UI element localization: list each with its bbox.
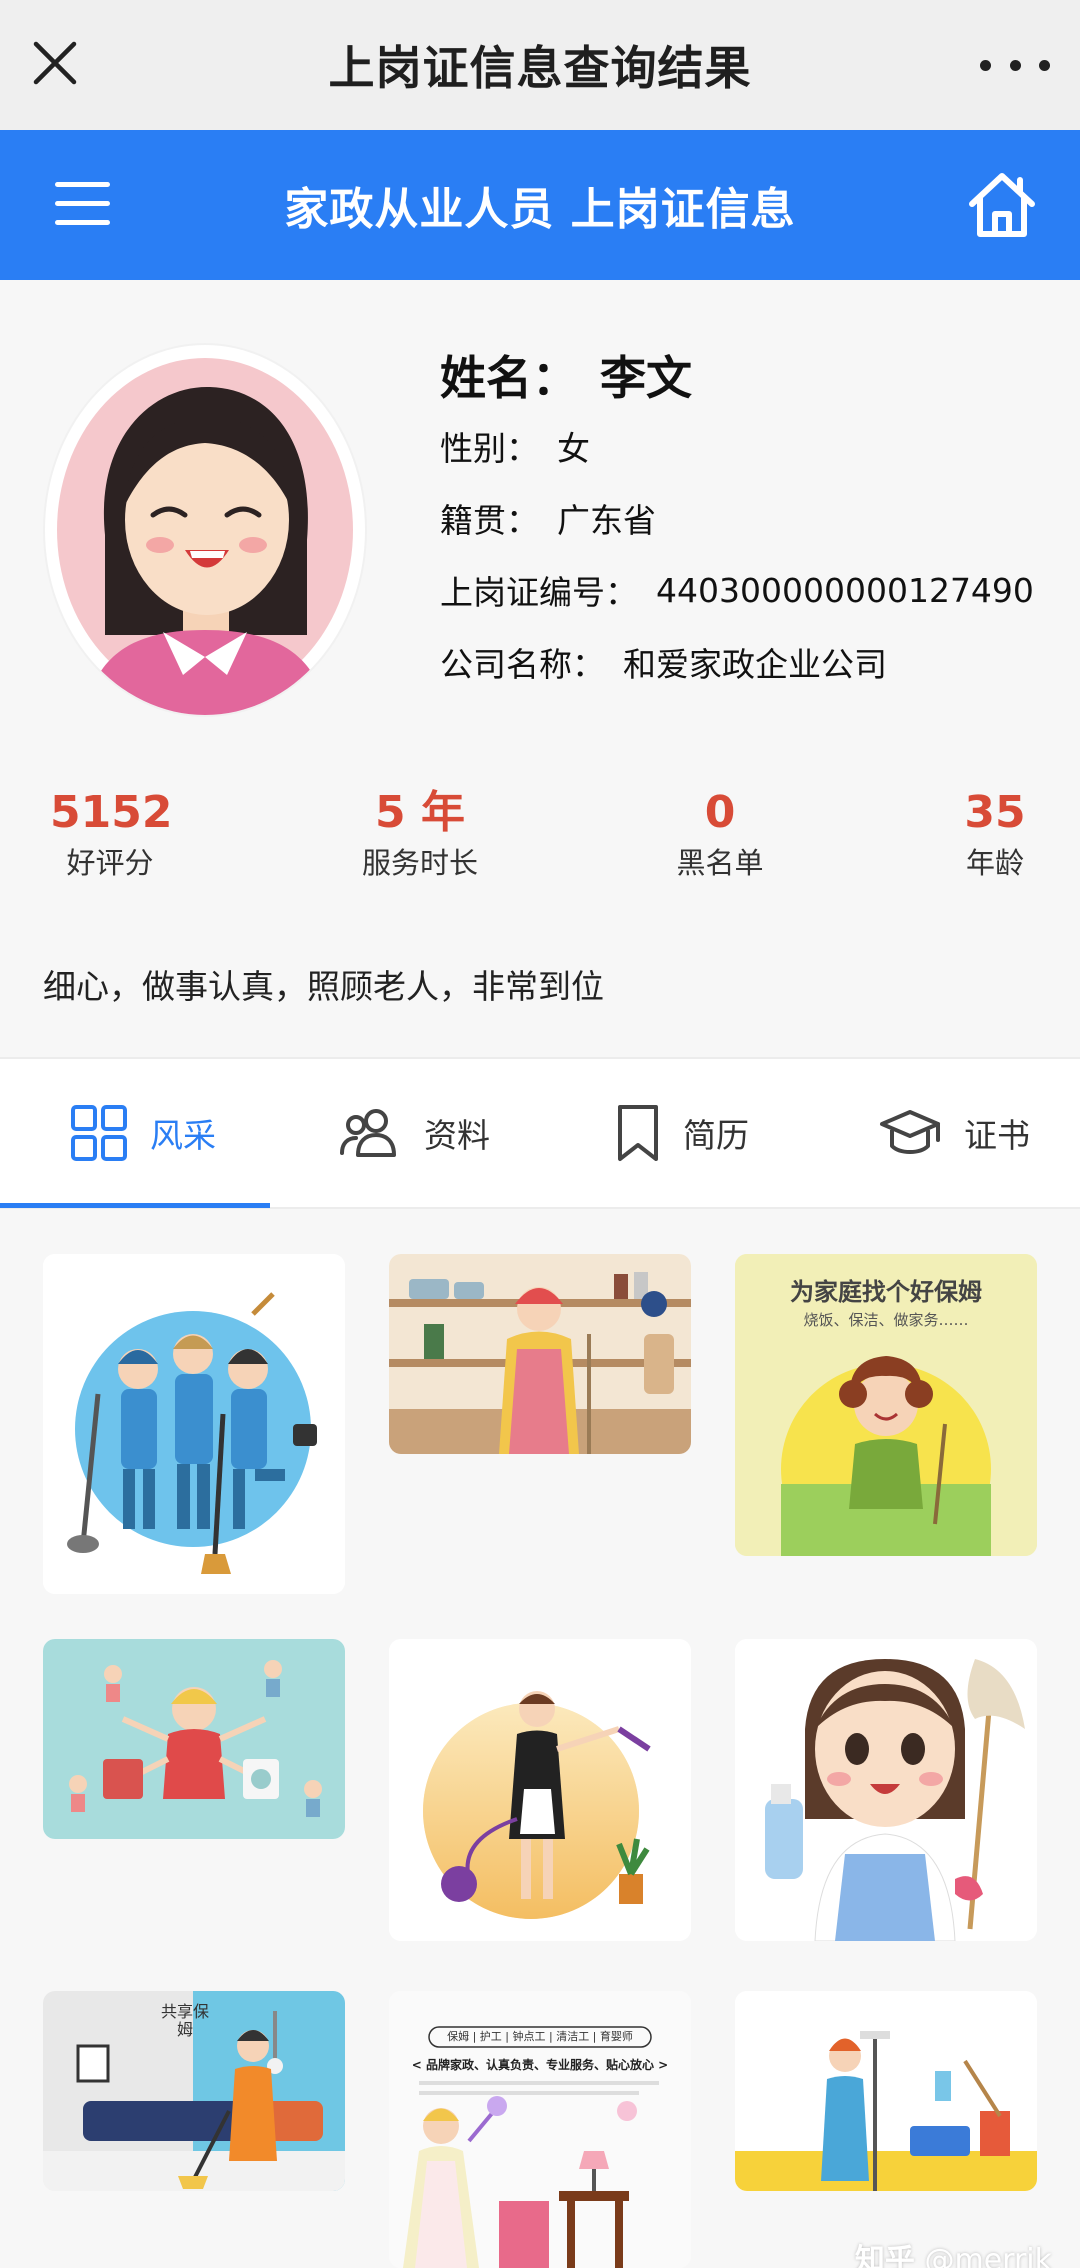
motto-text: 细心，做事认真，照顾老人，非常到位 [43, 967, 604, 1006]
profile-section: 姓名： 李文 性别： 女 籍贯： 广东省 上岗证编号： 440300000000… [0, 280, 1080, 1060]
tab-certificate[interactable]: 证书 [878, 1059, 1030, 1207]
gallery-image-find-nanny[interactable]: 为家庭找个好保姆 烧饭、保洁、做家务…… [735, 1254, 1037, 1556]
stat-age: 35 年龄 [945, 785, 1045, 885]
name-value: 李文 [600, 351, 692, 405]
stat-value: 35 [964, 787, 1026, 838]
bookmark-icon [618, 1105, 658, 1161]
graduation-cap-icon [880, 1110, 940, 1154]
stat-label: 服务时长 [361, 846, 478, 880]
page-title: 上岗证信息查询结果 [328, 41, 752, 95]
gender-row: 性别： 女 [440, 410, 1034, 482]
name-label: 姓名： [440, 351, 578, 405]
origin-row: 籍贯： 广东省 [440, 482, 1034, 554]
cert-label: 上岗证编号： [440, 573, 638, 612]
avatar [45, 345, 365, 715]
cert-row: 上岗证编号： 440300000000127490 [440, 554, 1034, 626]
card-banner: 保姆 | 护工 | 钟点工 | 清洁工 | 育婴师 [447, 2030, 633, 2043]
webview-top-bar: 上岗证信息查询结果 [0, 0, 1080, 130]
watermark: 知乎 @merrik [855, 2235, 1052, 2268]
tab-bar: 风采 资料 简历 证书 [0, 1057, 1080, 1209]
watermark-site: 知乎 [854, 2243, 915, 2268]
card-subtitle: 烧饭、保洁、做家务…… [803, 1311, 969, 1329]
card-slogan: < 品牌家政、认真负责、专业服务、贴心放心 > [411, 2058, 669, 2072]
stat-blacklist: 0 黑名单 [660, 785, 780, 885]
company-label: 公司名称： [440, 645, 605, 684]
header-title: 家政从业人员 上岗证信息 [284, 184, 796, 235]
profile-info: 姓名： 李文 性别： 女 籍贯： 广东省 上岗证编号： 440300000000… [440, 340, 1034, 698]
stat-service-years: 5 年 服务时长 [345, 785, 495, 885]
gallery-image-spray-mop[interactable] [735, 1639, 1037, 1941]
gallery-image-multitasking[interactable] [43, 1639, 345, 1839]
tab-resume[interactable]: 简历 [615, 1059, 749, 1207]
company-row: 公司名称： 和爱家政企业公司 [440, 626, 1034, 698]
tab-style[interactable]: 风采 [70, 1059, 216, 1207]
tab-label: 资料 [424, 1116, 490, 1155]
photo-gallery: 为家庭找个好保姆 烧饭、保洁、做家务…… 共享保姆 保姆 | 护工 | 钟点工 … [0, 1209, 1080, 2268]
gallery-image-vacuuming[interactable] [389, 1639, 691, 1941]
company-value: 和爱家政企业公司 [623, 645, 887, 684]
cert-value: 440300000000127490 [656, 570, 1034, 610]
menu-icon[interactable] [55, 182, 110, 226]
gallery-image-shared-nanny[interactable]: 共享保姆 [43, 1991, 345, 2191]
tab-label: 证书 [964, 1116, 1030, 1155]
card-title: 为家庭找个好保姆 [790, 1278, 982, 1306]
close-icon[interactable] [30, 38, 80, 88]
users-icon [340, 1109, 396, 1157]
stats-row: 5152 好评分 5 年 服务时长 0 黑名单 35 年龄 [0, 785, 1080, 895]
watermark-user: @merrik [924, 2243, 1052, 2268]
gallery-image-cleaning-tools[interactable] [735, 1991, 1037, 2191]
stat-rating: 5152 好评分 [50, 785, 173, 885]
stat-value: 5 年 [375, 787, 465, 838]
home-icon[interactable] [966, 170, 1038, 240]
name-row: 姓名： 李文 [440, 340, 1034, 410]
tab-profile[interactable]: 资料 [338, 1059, 490, 1207]
avatar-illustration [57, 358, 353, 715]
origin-value: 广东省 [557, 501, 656, 540]
app-header: 家政从业人员 上岗证信息 [0, 130, 1080, 280]
gender-label: 性别： [440, 429, 539, 468]
stat-value: 0 [704, 787, 736, 838]
stat-value: 5152 [50, 787, 173, 838]
origin-label: 籍贯： [440, 501, 539, 540]
more-icon[interactable] [980, 40, 1050, 90]
stat-label: 年龄 [965, 846, 1024, 880]
tab-label: 风采 [150, 1116, 216, 1155]
tab-label: 简历 [683, 1116, 749, 1155]
gallery-image-services[interactable]: 保姆 | 护工 | 钟点工 | 清洁工 | 育婴师 < 品牌家政、认真负责、专业… [389, 1991, 691, 2268]
card-sign: 共享保姆 [161, 2002, 210, 2039]
gender-value: 女 [557, 429, 590, 468]
stat-label: 黑名单 [676, 846, 764, 880]
grid-icon [71, 1105, 127, 1161]
gallery-image-cleaning-team[interactable] [43, 1254, 345, 1594]
active-tab-indicator [0, 1203, 270, 1208]
stat-label: 好评分 [66, 846, 154, 880]
gallery-image-kitchen[interactable] [389, 1254, 691, 1454]
